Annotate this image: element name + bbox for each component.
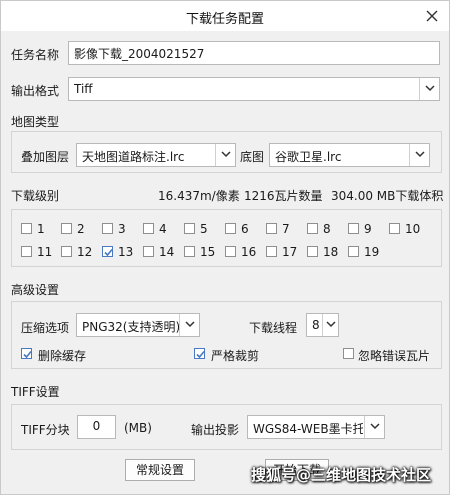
base-map-label: 底图 — [240, 150, 265, 164]
level-checkbox[interactable] — [61, 246, 72, 257]
strict-clip-checkbox[interactable] — [194, 348, 205, 359]
download-size-text: 304.00 MB下载体积 — [331, 189, 444, 203]
level-label: 4 — [159, 222, 167, 236]
tiff-block-input[interactable]: 0 — [77, 415, 116, 439]
ignore-errors-label: 忽略错误瓦片 — [358, 349, 431, 363]
level-label: 11 — [37, 245, 53, 259]
overlay-layer-value: 天地图道路标注.lrc — [82, 150, 185, 164]
tiff-block-label: TIFF分块 — [21, 423, 70, 437]
level-checkbox[interactable] — [143, 223, 154, 234]
tiff-section-label: TIFF设置 — [11, 385, 60, 399]
level-label: 7 — [282, 222, 290, 236]
level-label: 9 — [364, 222, 372, 236]
task-name-input[interactable]: 影像下载_2004021527 — [68, 41, 440, 65]
level-label: 2 — [77, 222, 85, 236]
level-label: 14 — [159, 245, 175, 259]
level-checkbox[interactable] — [348, 246, 359, 257]
level-checkbox[interactable] — [184, 223, 195, 234]
general-settings-button[interactable]: 常规设置 — [125, 459, 195, 481]
level-checkbox[interactable] — [21, 223, 32, 234]
output-format-select[interactable]: Tiff — [68, 77, 440, 101]
base-map-select[interactable]: 谷歌卫星.lrc — [269, 143, 430, 167]
ignore-errors-checkbox[interactable] — [343, 348, 354, 359]
compress-select[interactable]: PNG32(支持透明) — [76, 313, 200, 337]
compress-label: 压缩选项 — [21, 321, 70, 335]
level-checkbox[interactable] — [102, 246, 113, 257]
level-label: 19 — [364, 245, 380, 259]
resolution-text: 16.437m/像素 — [158, 189, 240, 203]
level-checkbox[interactable] — [225, 246, 236, 257]
output-format-value: Tiff — [74, 82, 93, 96]
level-checkbox[interactable] — [307, 223, 318, 234]
map-type-section-label: 地图类型 — [11, 115, 60, 129]
level-checkbox[interactable] — [225, 223, 236, 234]
chevron-down-icon[interactable] — [215, 144, 235, 166]
level-checkbox[interactable] — [184, 246, 195, 257]
advanced-section-label: 高级设置 — [11, 283, 60, 297]
level-checkbox[interactable] — [389, 223, 400, 234]
compress-value: PNG32(支持透明) — [82, 320, 181, 334]
level-label: 1 — [37, 222, 45, 236]
level-label: 10 — [405, 222, 421, 236]
close-icon[interactable] — [421, 5, 443, 27]
strict-clip-label: 严格裁剪 — [211, 349, 260, 363]
overlay-layer-label: 叠加图层 — [21, 150, 70, 164]
level-checkbox[interactable] — [266, 246, 277, 257]
level-checkbox[interactable] — [143, 246, 154, 257]
chevron-down-icon[interactable] — [364, 416, 384, 438]
threads-label: 下载线程 — [249, 321, 298, 335]
level-label: 6 — [241, 222, 249, 236]
chevron-down-icon[interactable] — [322, 314, 338, 336]
watermark-text: 搜狐号@三维地图技术社区 — [251, 466, 432, 484]
level-label: 12 — [77, 245, 93, 259]
level-label: 18 — [323, 245, 339, 259]
dialog-title: 下载任务配置 — [185, 12, 264, 27]
chevron-down-icon[interactable] — [179, 314, 199, 336]
projection-value: WGS84-WEB墨卡托 — [253, 422, 363, 436]
level-checkbox[interactable] — [266, 223, 277, 234]
projection-select[interactable]: WGS84-WEB墨卡托 — [247, 415, 385, 439]
output-format-label: 输出格式 — [11, 84, 60, 98]
level-label: 17 — [282, 245, 298, 259]
level-label: 13 — [118, 245, 134, 259]
threads-select[interactable]: 8 — [306, 313, 339, 337]
task-name-label: 任务名称 — [11, 48, 60, 62]
level-checkbox[interactable] — [61, 223, 72, 234]
title-bar: 下载任务配置 — [1, 1, 449, 31]
chevron-down-icon[interactable] — [409, 144, 429, 166]
level-label: 5 — [200, 222, 208, 236]
level-checkbox[interactable] — [348, 223, 359, 234]
level-label: 16 — [241, 245, 257, 259]
tile-count-text: 1216瓦片数量 — [244, 189, 323, 203]
threads-value: 8 — [312, 318, 320, 332]
level-checkbox[interactable] — [21, 246, 32, 257]
chevron-down-icon[interactable] — [419, 78, 439, 100]
level-label: 3 — [118, 222, 126, 236]
base-map-value: 谷歌卫星.lrc — [275, 150, 342, 164]
delete-cache-label: 删除缓存 — [38, 349, 87, 363]
download-level-section-label: 下载级别 — [11, 189, 60, 203]
level-label: 15 — [200, 245, 216, 259]
level-label: 8 — [323, 222, 331, 236]
level-checkbox[interactable] — [307, 246, 318, 257]
delete-cache-checkbox[interactable] — [21, 348, 32, 359]
tiff-block-unit: (MB) — [124, 421, 152, 435]
overlay-layer-select[interactable]: 天地图道路标注.lrc — [76, 143, 236, 167]
projection-label: 输出投影 — [191, 423, 240, 437]
download-task-dialog: 下载任务配置 任务名称 影像下载_2004021527 输出格式 Tiff 地图… — [0, 0, 450, 495]
level-checkbox[interactable] — [102, 223, 113, 234]
